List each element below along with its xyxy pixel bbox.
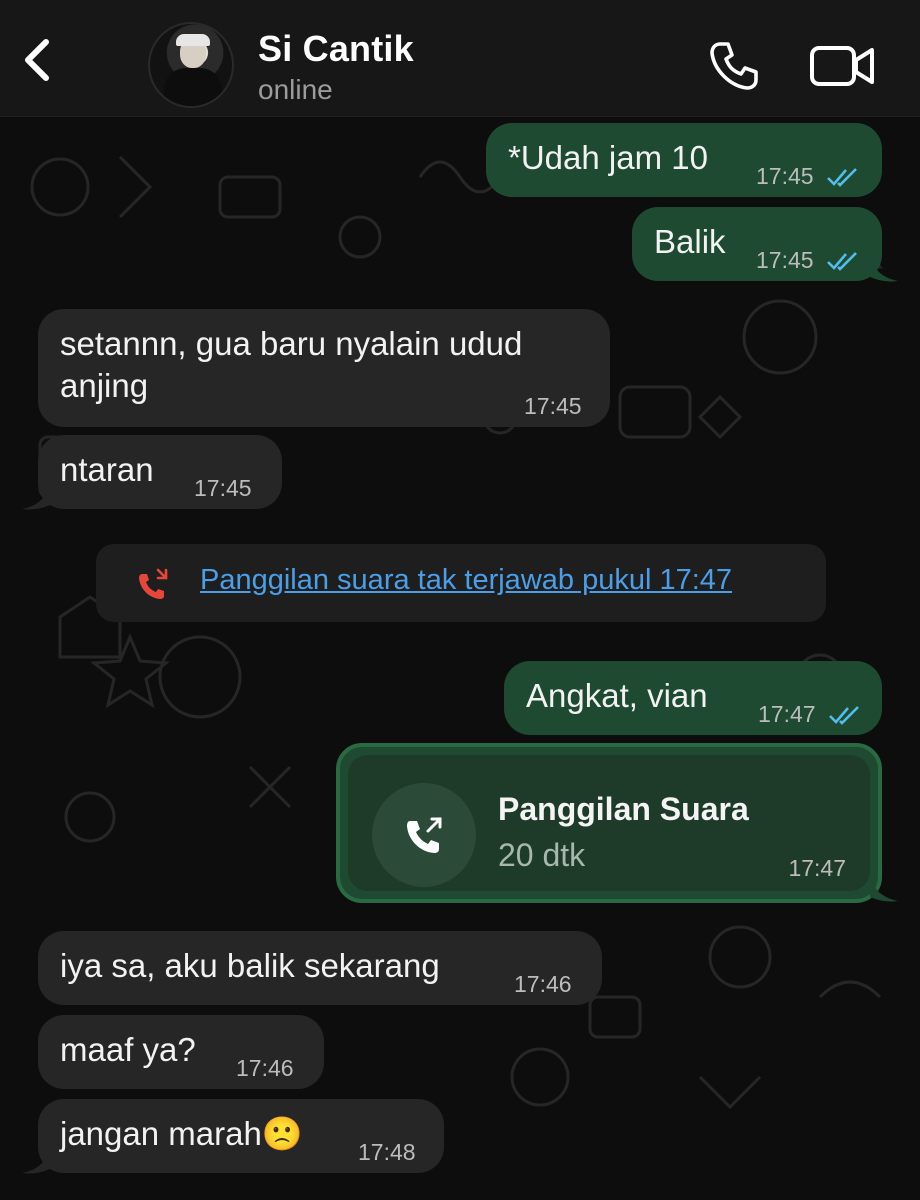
bubble-tail: [870, 877, 898, 902]
call-card-inner: Panggilan Suara 20 dtk 17:47: [348, 755, 870, 891]
message-bubble-incoming[interactable]: setannn, gua baru nyalain udud anjing 17…: [38, 309, 610, 427]
call-time: 17:47: [788, 855, 846, 881]
chevron-left-icon: [25, 39, 49, 81]
message-bubble-incoming[interactable]: ntaran 17:45: [38, 435, 282, 509]
contact-status: online: [258, 74, 333, 105]
read-ticks-icon: [827, 252, 857, 271]
message-bubble-incoming[interactable]: iya sa, aku balik sekarang 17:46: [38, 931, 602, 1005]
video-call-button[interactable]: [808, 40, 878, 92]
message-bubble-incoming[interactable]: jangan marah🙁 17:48: [38, 1099, 444, 1173]
chat-area[interactable]: *Udah jam 10 17:45 Balik 17:45 setannn, …: [0, 117, 920, 1200]
message-text: maaf ya?: [60, 1031, 196, 1068]
message-text: jangan marah🙁: [60, 1115, 303, 1152]
read-ticks-icon: [829, 706, 859, 725]
phone-icon: [710, 42, 758, 90]
message-time: 17:46: [514, 971, 572, 997]
message-bubble-outgoing[interactable]: *Udah jam 10 17:45: [486, 123, 882, 197]
video-camera-icon: [810, 46, 874, 86]
call-icon-circle: [372, 783, 476, 887]
message-bubble-outgoing[interactable]: Angkat, vian 17:47: [504, 661, 882, 735]
missed-call-icon: [139, 568, 168, 599]
voice-call-button[interactable]: [706, 38, 762, 94]
message-text: ntaran: [60, 451, 154, 488]
message-bubble-incoming[interactable]: maaf ya? 17:46: [38, 1015, 324, 1089]
read-ticks-icon: [827, 168, 857, 187]
call-title: Panggilan Suara: [498, 791, 749, 827]
message-text: Balik: [654, 223, 726, 260]
back-button[interactable]: [18, 38, 58, 82]
contact-name[interactable]: Si Cantik: [258, 28, 414, 70]
bubble-tail: [22, 485, 50, 510]
message-time: 17:46: [236, 1055, 294, 1081]
message-text: *Udah jam 10: [508, 139, 708, 176]
message-text: Angkat, vian: [526, 677, 708, 714]
bubble-tail: [22, 1149, 50, 1174]
missed-call-link[interactable]: Panggilan suara tak terjawab pukul 17:47: [200, 564, 732, 597]
bubble-tail: [870, 257, 898, 282]
message-time: 17:45: [524, 393, 582, 419]
outgoing-call-icon: [407, 817, 442, 853]
missed-call-notice[interactable]: Panggilan suara tak terjawab pukul 17:47: [96, 544, 826, 622]
message-time: 17:45: [194, 475, 252, 501]
message-time: 17:48: [358, 1139, 416, 1165]
message-text: iya sa, aku balik sekarang: [60, 947, 440, 984]
message-time: 17:45: [756, 247, 814, 273]
message-text: setannn, gua baru nyalain udud anjing: [60, 325, 523, 404]
message-time: 17:45: [756, 163, 814, 189]
message-time: 17:47: [758, 701, 816, 727]
voice-call-card[interactable]: Panggilan Suara 20 dtk 17:47: [336, 743, 882, 903]
message-bubble-outgoing[interactable]: Balik 17:45: [632, 207, 882, 281]
call-duration: 20 dtk: [498, 837, 586, 873]
avatar[interactable]: [148, 22, 234, 108]
chat-header: Si Cantik online: [0, 0, 920, 117]
